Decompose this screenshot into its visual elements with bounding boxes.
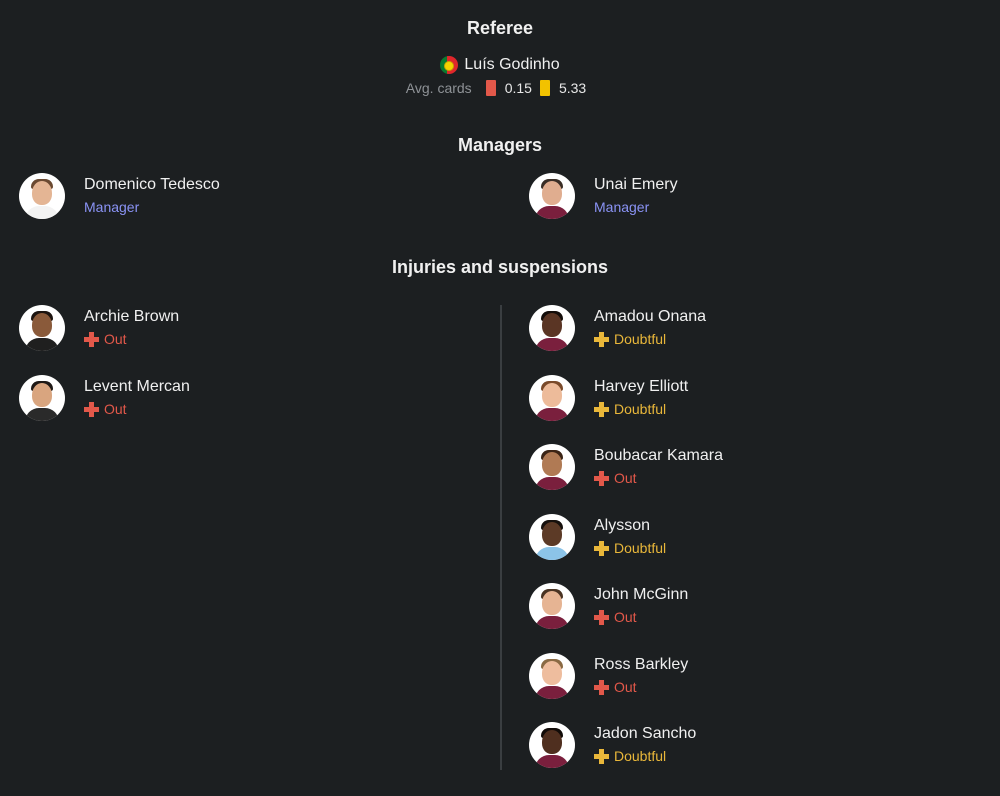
referee-row: Luís Godinho — [0, 56, 1000, 74]
out-cross-icon — [84, 401, 99, 417]
doubtful-cross-icon — [594, 331, 609, 347]
player-avatar — [529, 653, 575, 699]
injury-away-item[interactable]: Harvey Elliott Doubtful — [529, 375, 688, 421]
player-name: Harvey Elliott — [594, 378, 689, 395]
status-doubtful: Doubtful — [594, 746, 696, 766]
out-cross-icon — [594, 470, 609, 486]
portugal-flag-icon — [440, 56, 459, 74]
player-name: Amadou Onana — [594, 308, 707, 325]
referee-name[interactable]: Luís Godinho — [464, 56, 559, 74]
player-name: Boubacar Kamara — [594, 447, 723, 464]
manager-name: Domenico Tedesco — [84, 176, 220, 193]
manager-home[interactable]: Domenico Tedesco Manager — [19, 173, 220, 219]
player-name: Levent Mercan — [84, 378, 190, 395]
player-name: Archie Brown — [84, 308, 180, 325]
manager-away[interactable]: Unai Emery Manager — [529, 173, 678, 219]
manager-role: Manager — [594, 199, 650, 215]
doubtful-cross-icon — [594, 540, 609, 556]
red-card-avg: 0.15 — [504, 80, 532, 96]
managers-title: Managers — [457, 135, 543, 155]
player-avatar — [19, 305, 65, 351]
match-info-panel: Referee Luís Godinho Avg. cards 0.15 5.3… — [0, 0, 1000, 796]
injury-away-item[interactable]: Amadou Onana Doubtful — [529, 305, 706, 351]
player-name: Ross Barkley — [594, 656, 689, 673]
injury-away-item[interactable]: John McGinn Out — [529, 583, 688, 629]
column-divider — [500, 305, 502, 770]
out-cross-icon — [594, 679, 609, 695]
player-name: John McGinn — [594, 586, 689, 603]
manager-avatar — [19, 173, 65, 219]
yellow-card-avg: 5.33 — [558, 80, 587, 96]
player-avatar — [529, 514, 575, 560]
red-card-icon — [485, 80, 496, 96]
status-out: Out — [594, 677, 688, 697]
player-name: Jadon Sancho — [594, 725, 697, 742]
player-avatar — [19, 375, 65, 421]
out-cross-icon — [84, 331, 99, 347]
doubtful-cross-icon — [594, 401, 609, 417]
doubtful-cross-icon — [594, 748, 609, 764]
injury-away-item[interactable]: Boubacar Kamara Out — [529, 444, 723, 490]
injury-away-item[interactable]: Ross Barkley Out — [529, 653, 688, 699]
status-out: Out — [84, 329, 179, 349]
player-avatar — [529, 305, 575, 351]
status-out: Out — [594, 468, 723, 488]
injury-home-item[interactable]: Levent Mercan Out — [19, 375, 190, 421]
out-cross-icon — [594, 609, 609, 625]
player-avatar — [529, 722, 575, 768]
referee-title: Referee — [466, 18, 534, 38]
injury-away-item[interactable]: Jadon Sancho Doubtful — [529, 722, 696, 768]
status-out: Out — [84, 399, 190, 419]
avg-cards-label: Avg. cards — [405, 80, 472, 96]
status-doubtful: Doubtful — [594, 399, 688, 419]
player-avatar — [529, 583, 575, 629]
yellow-card-icon — [539, 80, 550, 96]
status-out: Out — [594, 607, 688, 627]
player-avatar — [529, 444, 575, 490]
injury-away-item[interactable]: Alysson Doubtful — [529, 514, 666, 560]
status-doubtful: Doubtful — [594, 538, 666, 558]
referee-avg-cards: Avg. cards 0.15 5.33 — [0, 80, 1000, 96]
manager-name: Unai Emery — [594, 176, 678, 193]
player-name: Alysson — [594, 517, 651, 534]
injury-home-item[interactable]: Archie Brown Out — [19, 305, 179, 351]
injuries-title: Injuries and suspensions — [391, 257, 609, 277]
manager-avatar — [529, 173, 575, 219]
player-avatar — [529, 375, 575, 421]
status-doubtful: Doubtful — [594, 329, 706, 349]
manager-role: Manager — [84, 199, 140, 215]
